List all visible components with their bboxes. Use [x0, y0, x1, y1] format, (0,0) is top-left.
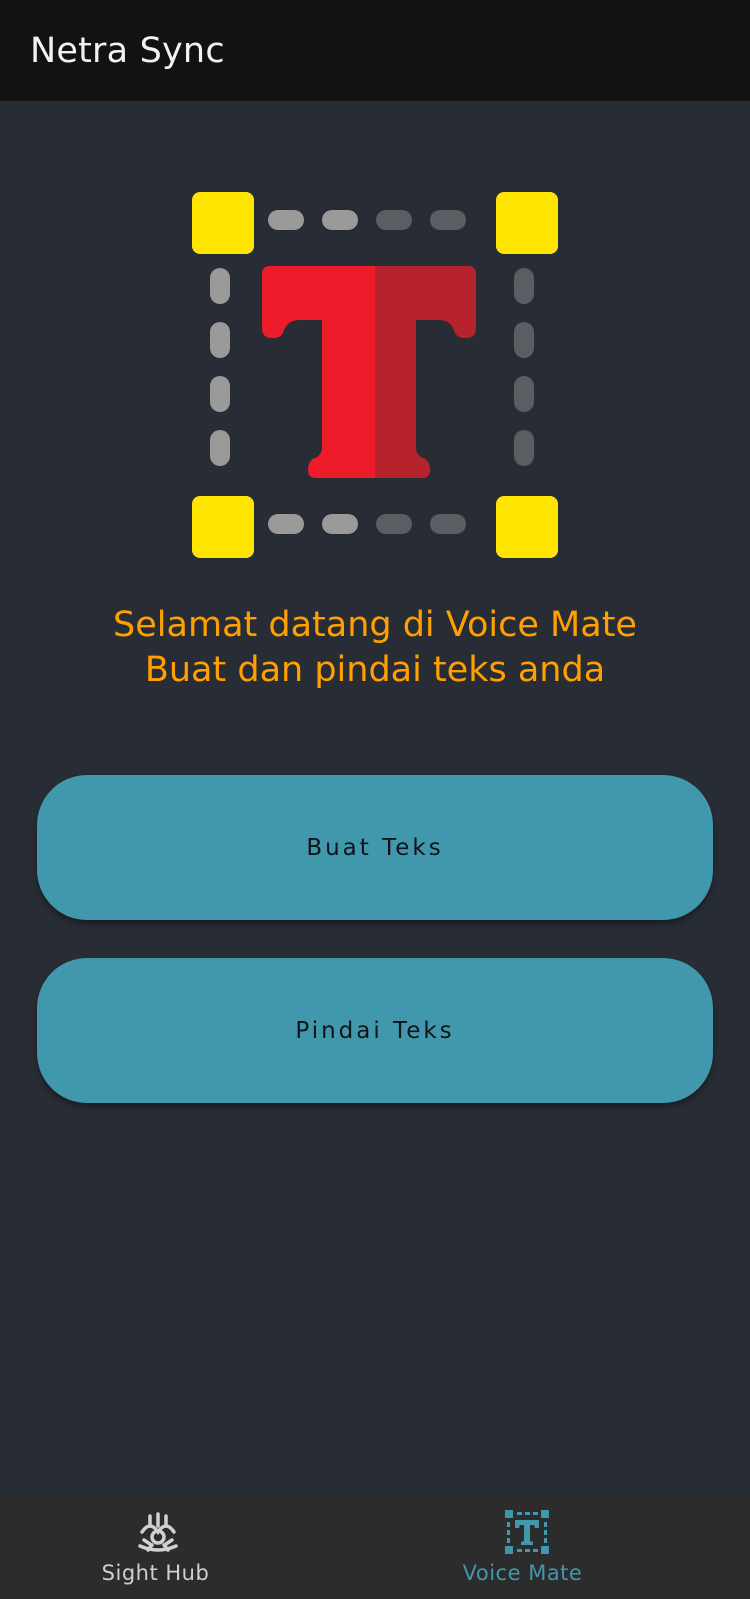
voice-mate-icon	[505, 1510, 549, 1554]
create-text-button[interactable]: Buat Teks	[37, 775, 713, 920]
nav-item-sight-hub[interactable]: Sight Hub	[0, 1497, 375, 1599]
nav-label-voice-mate: Voice Mate	[462, 1561, 583, 1585]
nav-label-sight-hub: Sight Hub	[101, 1561, 210, 1585]
sight-hub-icon	[138, 1512, 178, 1552]
welcome-line-1: Selamat datang di Voice Mate	[113, 605, 637, 645]
scan-text-button[interactable]: Pindai Teks	[37, 958, 713, 1103]
bottom-navigation: Sight Hub Voice Mate	[0, 1497, 750, 1599]
nav-item-voice-mate[interactable]: Voice Mate	[375, 1497, 750, 1599]
app-bar: Netra Sync	[0, 0, 750, 101]
app-title: Netra Sync	[30, 31, 225, 71]
text-recognition-icon	[192, 192, 558, 558]
welcome-message: Selamat datang di Voice Mate Buat dan pi…	[0, 603, 750, 693]
welcome-line-2: Buat dan pindai teks anda	[144, 650, 606, 690]
